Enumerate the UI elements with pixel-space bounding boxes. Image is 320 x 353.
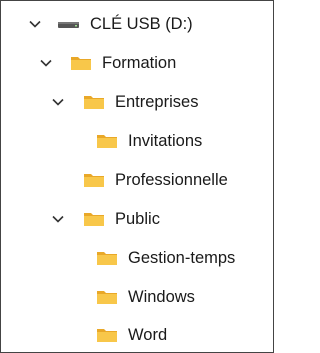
folder-icon — [71, 57, 91, 70]
tree-item-entreprises[interactable]: Entreprises — [1, 87, 273, 117]
chevron-down-icon[interactable] — [39, 56, 53, 70]
folder-icon — [97, 291, 117, 304]
tree-item-label: Public — [115, 210, 160, 228]
usb-drive-icon — [58, 22, 79, 28]
tree-item-label: Word — [128, 326, 168, 344]
tree-item-formation[interactable]: Formation — [1, 48, 273, 78]
tree-item-label: Gestion-temps — [128, 249, 236, 267]
tree-item-windows[interactable]: Windows — [1, 282, 273, 312]
folder-icon — [97, 135, 117, 148]
chevron-down-icon[interactable] — [51, 95, 65, 109]
folder-icon — [97, 329, 117, 342]
navigation-pane: CLÉ USB (D:) Formation Entreprises Invit… — [0, 0, 274, 353]
tree-item-label: Entreprises — [115, 93, 199, 111]
folder-icon — [97, 252, 117, 265]
tree-item-label: Invitations — [128, 132, 203, 150]
folder-icon — [84, 96, 104, 109]
tree-item-label: Formation — [102, 54, 177, 72]
tree-item-invitations[interactable]: Invitations — [1, 126, 273, 156]
folder-icon — [84, 174, 104, 187]
tree-item-word[interactable]: Word — [1, 320, 273, 350]
tree-item-label: Windows — [128, 288, 195, 306]
tree-item-professionnelle[interactable]: Professionnelle — [1, 165, 273, 195]
chevron-down-icon[interactable] — [28, 17, 42, 31]
tree-item-public[interactable]: Public — [1, 204, 273, 234]
tree-item-gestion-temps[interactable]: Gestion-temps — [1, 243, 273, 273]
folder-icon — [84, 213, 104, 226]
chevron-down-icon[interactable] — [51, 212, 65, 226]
tree-item-label: CLÉ USB (D:) — [90, 15, 193, 33]
tree-item-label: Professionnelle — [115, 171, 228, 189]
tree-item-drive[interactable]: CLÉ USB (D:) — [1, 9, 273, 39]
